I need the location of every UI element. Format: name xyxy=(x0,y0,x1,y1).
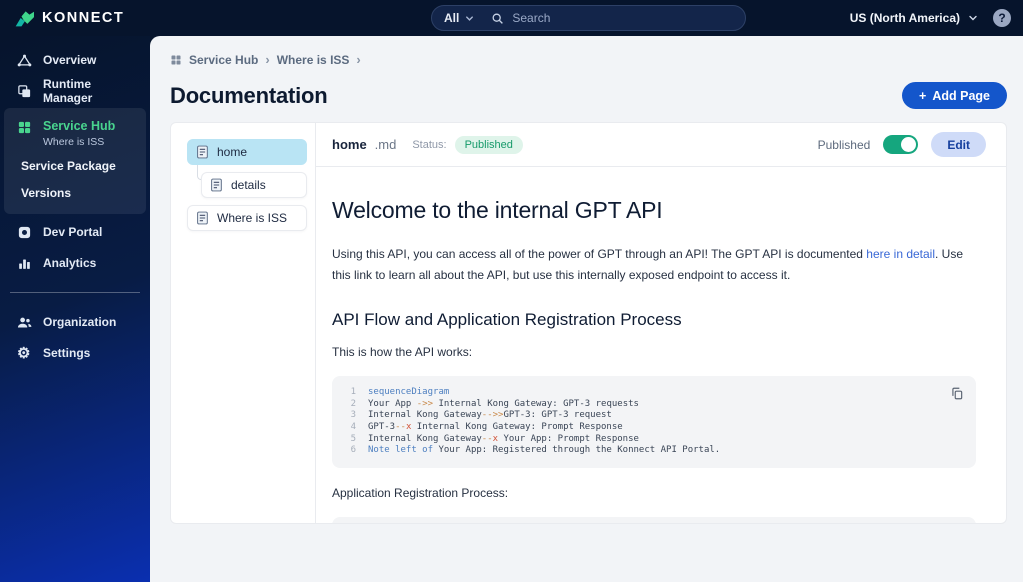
filename-extension: .md xyxy=(374,137,397,152)
breadcrumb-separator: › xyxy=(265,52,270,67)
search-icon xyxy=(492,13,504,24)
title-row: Documentation + Add Page xyxy=(170,82,1007,109)
edit-button[interactable]: Edit xyxy=(931,132,986,157)
sidebar-item-analytics[interactable]: Analytics xyxy=(0,249,150,277)
document-panel: home .md Status: Published Published Edit… xyxy=(316,123,1006,523)
doc-paragraph-2: This is how the API works: xyxy=(332,345,473,359)
here-in-detail-link[interactable]: here in detail xyxy=(866,247,935,261)
sidebar-item-sublabel: Where is ISS xyxy=(43,136,105,149)
main-content: Service Hub › Where is ISS › Documentati… xyxy=(150,36,1023,582)
sidebar-group-service-hub: Service Hub Where is ISS Service Package… xyxy=(4,108,146,215)
people-icon xyxy=(17,315,32,330)
app-frame: Overview Runtime Manager Service Hub Whe… xyxy=(0,36,1023,582)
tree-item-details[interactable]: details xyxy=(201,172,307,198)
status-badge: Published xyxy=(454,135,523,154)
region-selector[interactable]: US (North America) xyxy=(850,11,979,25)
sidebar-divider xyxy=(10,292,140,294)
grid-icon xyxy=(171,55,181,64)
breadcrumb-separator: › xyxy=(356,52,361,67)
document-icon xyxy=(196,145,209,159)
stack-icon xyxy=(17,84,32,99)
sidebar: Overview Runtime Manager Service Hub Whe… xyxy=(0,36,150,582)
document-icon xyxy=(210,178,223,192)
sidebar-item-service-hub[interactable]: Service Hub Where is ISS xyxy=(4,114,146,152)
gear-icon: ⚙ xyxy=(17,344,31,362)
code-line: 5 Internal Kong Gateway--x Your App: Prom… xyxy=(350,433,639,444)
search-scope-value: All xyxy=(444,11,460,25)
code-line: 6 Note left of Your App: Registered throu… xyxy=(350,445,721,456)
add-page-button[interactable]: + Add Page xyxy=(902,82,1007,109)
sidebar-item-label: Organization xyxy=(43,315,117,330)
sidebar-item-label: Dev Portal xyxy=(43,225,103,240)
chevron-down-icon xyxy=(466,15,474,21)
kong-logo-icon xyxy=(15,11,34,27)
doc-paragraph-3: Application Registration Process: xyxy=(332,486,509,501)
search-scope-dropdown[interactable]: All xyxy=(444,11,483,25)
tree-item-where-is-iss[interactable]: Where is ISS xyxy=(187,205,307,231)
sidebar-item-dev-portal[interactable]: Dev Portal xyxy=(0,218,150,246)
chevron-down-icon xyxy=(969,15,977,21)
sidebar-item-runtime-manager[interactable]: Runtime Manager xyxy=(0,77,150,105)
code-line: 4 GPT-3--x Internal Kong Gateway: Prompt … xyxy=(350,422,623,433)
sidebar-item-settings[interactable]: ⚙ Settings xyxy=(0,339,150,367)
konnect-logo[interactable]: KONNECT xyxy=(14,8,124,28)
bar-chart-icon xyxy=(17,256,32,271)
toggle-knob xyxy=(901,137,917,152)
filename: home xyxy=(332,137,367,152)
plus-icon: + xyxy=(919,88,927,103)
tree-item-label: details xyxy=(231,178,266,192)
topbar-right: US (North America) ? xyxy=(850,0,1011,36)
code-block-graph: 1graph LR2A((Developers)) -- Register Ap… xyxy=(332,517,976,523)
code-line: 3 Internal Kong Gateway-->>GPT-3: GPT-3 r… xyxy=(350,410,612,421)
sidebar-item-label: Analytics xyxy=(43,256,97,271)
sidebar-item-service-package[interactable]: Service Package xyxy=(4,152,146,179)
sidebar-item-label: Service Hub xyxy=(43,119,116,133)
global-search[interactable]: All xyxy=(431,5,746,31)
code-line: 1 sequenceDiagram xyxy=(350,387,450,397)
topbar: KONNECT All US (North America) ? xyxy=(0,0,1023,36)
sidebar-item-label: Service Package xyxy=(21,158,116,173)
sidebar-item-overview[interactable]: Overview xyxy=(0,46,150,74)
page-title: Documentation xyxy=(170,82,328,108)
code-block-sequence-diagram: 1 sequenceDiagram 2 Your App ->> Internal K… xyxy=(332,376,976,469)
doc-heading-1: Welcome to the internal GPT API xyxy=(332,197,663,223)
breadcrumb-item-service-hub[interactable]: Service Hub xyxy=(189,53,258,67)
document-header: home .md Status: Published Published Edit xyxy=(316,123,1006,167)
document-content: Welcome to the internal GPT API Using th… xyxy=(316,167,1006,523)
sidebar-item-organization[interactable]: Organization xyxy=(0,308,150,336)
sidebar-item-label: Settings xyxy=(43,346,91,361)
file-tree: home details Where is ISS xyxy=(171,123,316,523)
sidebar-item-label: Versions xyxy=(21,185,72,200)
published-toggle[interactable] xyxy=(883,135,919,154)
help-button[interactable]: ? xyxy=(993,9,1011,27)
code-line: 2 Your App ->> Internal Kong Gateway: GPT… xyxy=(350,398,639,409)
breadcrumb-item-where-is-iss[interactable]: Where is ISS xyxy=(277,53,350,67)
copy-icon[interactable] xyxy=(949,386,964,402)
portal-icon xyxy=(17,225,32,240)
question-mark-icon: ? xyxy=(998,11,1006,25)
published-toggle-label: Published xyxy=(817,137,871,152)
doc-heading-2: API Flow and Application Registration Pr… xyxy=(332,310,682,329)
search-input[interactable] xyxy=(512,11,733,25)
region-value: US (North America) xyxy=(849,11,960,25)
document-header-actions: Published Edit xyxy=(818,132,986,157)
tree-item-label: Where is ISS xyxy=(217,211,288,225)
sidebar-item-versions[interactable]: Versions xyxy=(4,179,146,206)
tree-item-home[interactable]: home xyxy=(187,139,307,165)
prism-icon xyxy=(17,53,32,68)
documentation-card: home details Where is ISS home .md Statu… xyxy=(170,122,1007,524)
logo-text: KONNECT xyxy=(42,10,125,26)
grid-icon xyxy=(17,120,32,135)
document-icon xyxy=(196,211,209,225)
status-label: Status: xyxy=(412,138,447,151)
tree-item-label: home xyxy=(217,145,248,159)
doc-paragraph-1: Using this API, you can access all of th… xyxy=(332,247,964,282)
breadcrumb: Service Hub › Where is ISS › xyxy=(170,52,1007,67)
app-root: KONNECT All US (North America) ? xyxy=(0,0,1023,582)
sidebar-item-label: Overview xyxy=(43,53,97,67)
sidebar-item-label: Runtime Manager xyxy=(43,77,93,105)
